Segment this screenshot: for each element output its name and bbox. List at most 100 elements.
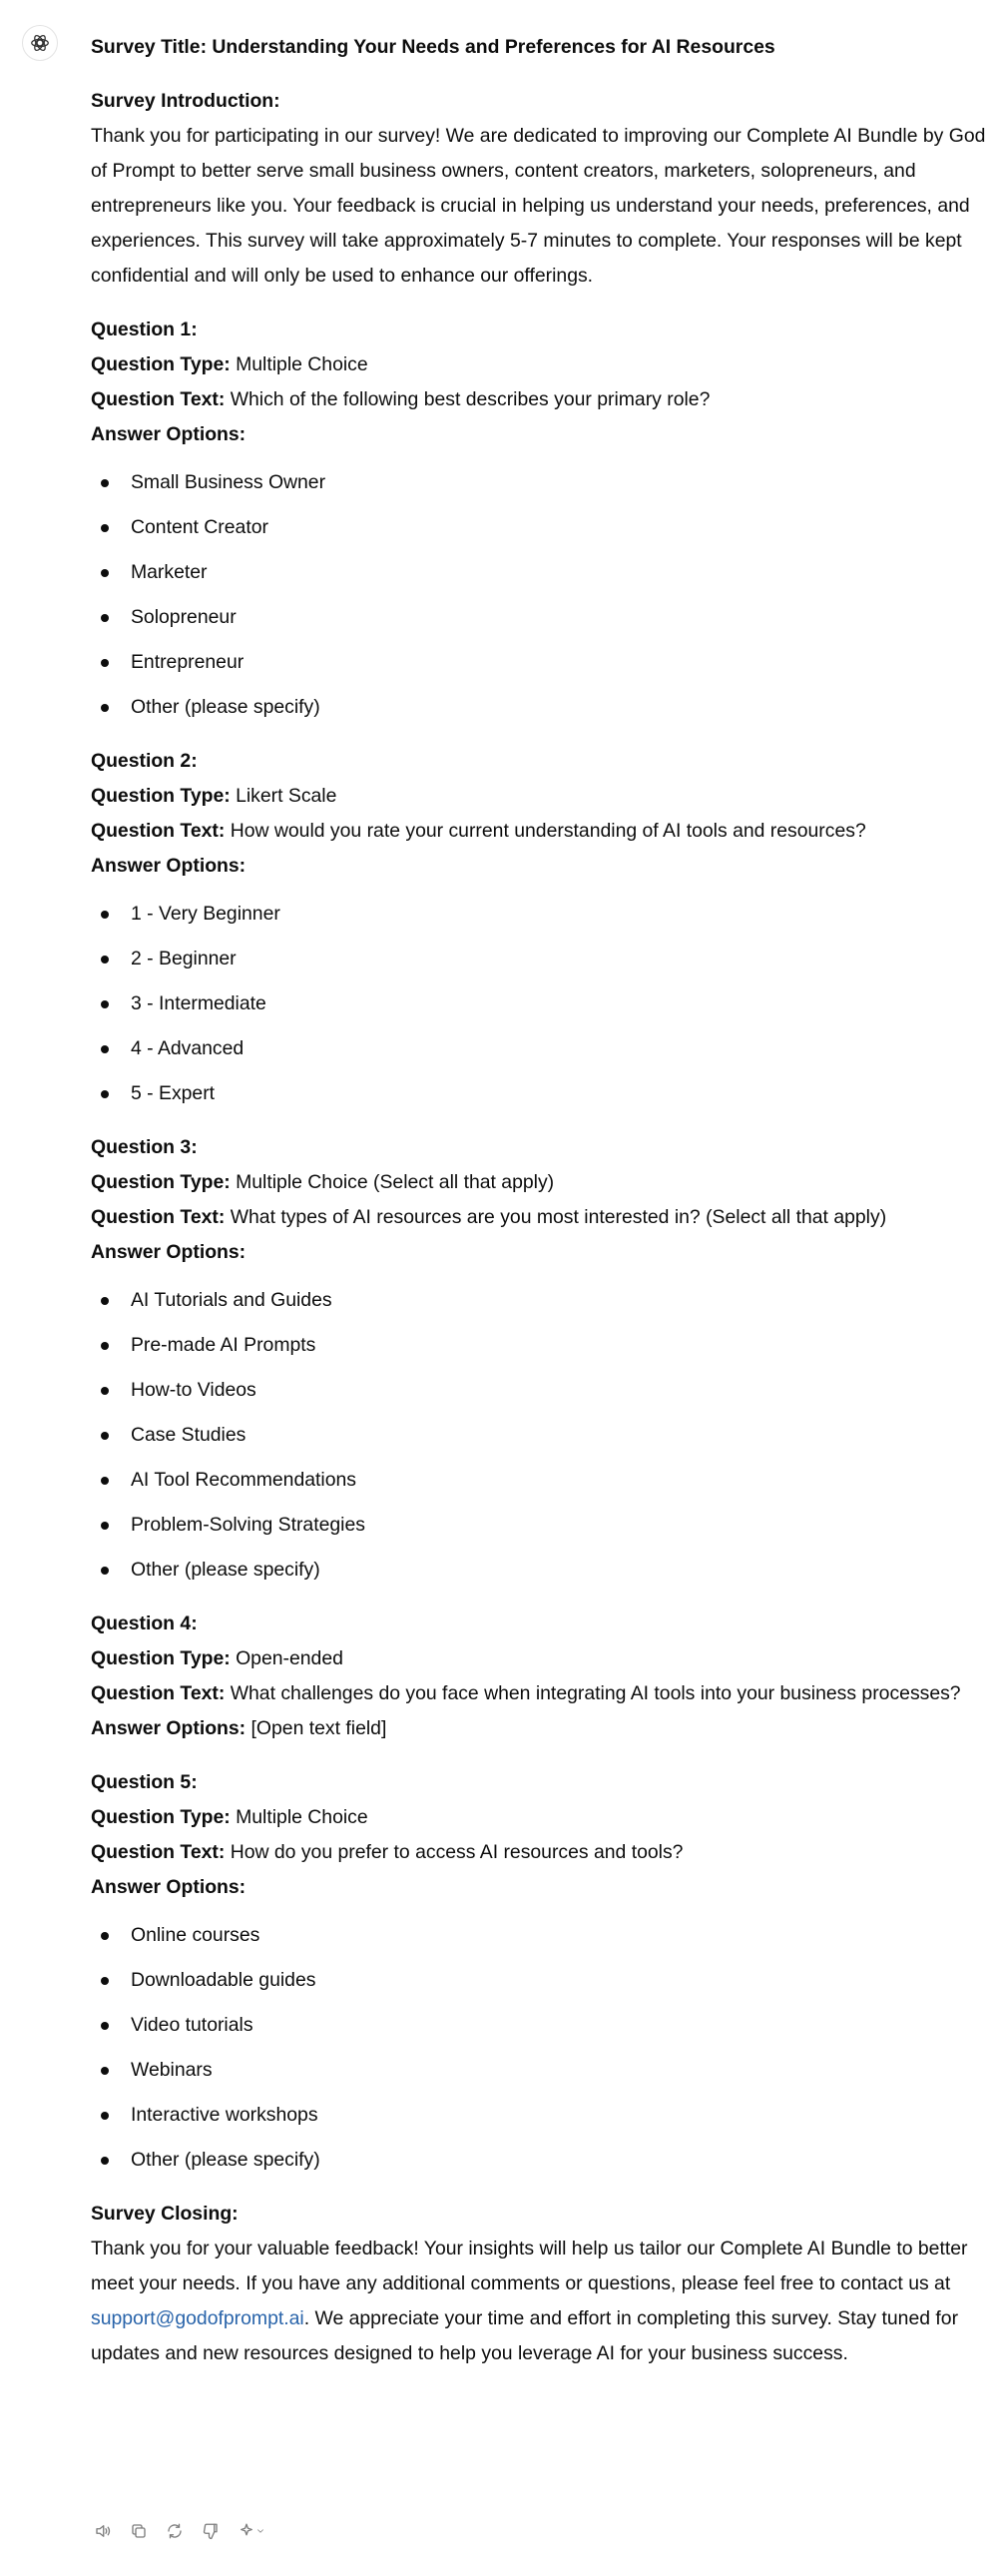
answer-options: Answer Options: bbox=[91, 1870, 989, 1905]
message-content: Survey Title: Understanding Your Needs a… bbox=[91, 30, 989, 2390]
thumbs-down-icon bbox=[203, 2523, 218, 2540]
answer-options-list: AI Tutorials and Guides Pre-made AI Promp… bbox=[91, 1283, 989, 1588]
answer-options-label: Answer Options: bbox=[91, 1717, 247, 1739]
question-text: Question Text: Which of the following be… bbox=[91, 382, 989, 417]
closing-heading: Survey Closing: bbox=[91, 2203, 239, 2225]
answer-option: AI Tutorials and Guides bbox=[91, 1283, 989, 1318]
answer-option: 5 - Expert bbox=[91, 1076, 989, 1111]
questions-list: Question 1: Question Type: Multiple Choic… bbox=[91, 313, 989, 2178]
answer-option: Entrepreneur bbox=[91, 645, 989, 680]
answer-option: 1 - Very Beginner bbox=[91, 897, 989, 932]
read-aloud-button[interactable] bbox=[88, 2516, 118, 2546]
question-text-value: What challenges do you face when integra… bbox=[230, 1682, 961, 1704]
answer-option: AI Tool Recommendations bbox=[91, 1463, 989, 1498]
question-section: Question 4: Question Type: Open-ended Ques… bbox=[91, 1607, 989, 1746]
answer-options: Answer Options: [Open text field] bbox=[91, 1711, 989, 1746]
intro-text: Thank you for participating in our surve… bbox=[91, 125, 986, 287]
survey-introduction: Survey Introduction: Thank you for parti… bbox=[91, 84, 989, 294]
answer-option: Marketer bbox=[91, 555, 989, 590]
answer-options-list: Small Business Owner Content Creator Marke… bbox=[91, 465, 989, 725]
answer-options-list: Online courses Downloadable guides Video t… bbox=[91, 1918, 989, 2178]
question-section: Question 1: Question Type: Multiple Choic… bbox=[91, 313, 989, 725]
intro-heading: Survey Introduction: bbox=[91, 90, 280, 112]
question-text-label: Question Text: bbox=[91, 388, 226, 410]
change-model-button[interactable] bbox=[232, 2516, 271, 2546]
support-email-link[interactable]: support@godofprompt.ai bbox=[91, 2307, 304, 2329]
question-heading: Question 5: bbox=[91, 1771, 198, 1793]
question-section: Question 5: Question Type: Multiple Choic… bbox=[91, 1765, 989, 2178]
question-text-value: How do you prefer to access AI resources… bbox=[230, 1841, 684, 1863]
assistant-avatar bbox=[22, 25, 58, 61]
question-text-label: Question Text: bbox=[91, 1841, 226, 1863]
answer-option: Content Creator bbox=[91, 510, 989, 545]
answer-option: Other (please specify) bbox=[91, 690, 989, 725]
question-type: Question Type: Multiple Choice bbox=[91, 347, 989, 382]
answer-option: Webinars bbox=[91, 2053, 989, 2088]
answer-options: Answer Options: bbox=[91, 849, 989, 884]
question-type-label: Question Type: bbox=[91, 1647, 231, 1669]
answer-option: How-to Videos bbox=[91, 1373, 989, 1408]
question-heading: Question 4: bbox=[91, 1612, 198, 1634]
speaker-icon bbox=[96, 2525, 111, 2537]
question-text-value: What types of AI resources are you most … bbox=[230, 1206, 887, 1228]
answer-option: Online courses bbox=[91, 1918, 989, 1953]
answer-options: Answer Options: bbox=[91, 1235, 989, 1270]
question-text-value: How would you rate your current understa… bbox=[230, 820, 866, 842]
answer-option: 3 - Intermediate bbox=[91, 986, 989, 1021]
chevron-down-icon bbox=[257, 2529, 263, 2533]
question-section: Question 2: Question Type: Likert Scale Qu… bbox=[91, 744, 989, 1111]
answer-option: Interactive workshops bbox=[91, 2098, 989, 2133]
answer-option: Video tutorials bbox=[91, 2008, 989, 2043]
question-text: Question Text: What types of AI resource… bbox=[91, 1200, 989, 1235]
answer-option: Downloadable guides bbox=[91, 1963, 989, 1998]
answer-option: Other (please specify) bbox=[91, 2143, 989, 2178]
model-switch-icon bbox=[241, 2523, 252, 2536]
closing-text-part-1: Thank you for your valuable feedback! Yo… bbox=[91, 2238, 968, 2294]
question-type-label: Question Type: bbox=[91, 785, 231, 807]
answer-options-list: 1 - Very Beginner 2 - Beginner 3 - Interme… bbox=[91, 897, 989, 1111]
survey-closing: Survey Closing: Thank you for your valua… bbox=[91, 2197, 989, 2371]
question-type: Question Type: Multiple Choice (Select a… bbox=[91, 1165, 989, 1200]
copy-button[interactable] bbox=[124, 2516, 154, 2546]
question-heading: Question 2: bbox=[91, 750, 198, 772]
message-actions bbox=[88, 2516, 271, 2546]
answer-option: Problem-Solving Strategies bbox=[91, 1508, 989, 1543]
question-type: Question Type: Likert Scale bbox=[91, 779, 989, 814]
answer-option: Other (please specify) bbox=[91, 1553, 989, 1588]
answer-options-label: Answer Options: bbox=[91, 1241, 247, 1263]
answer-options-inline: [Open text field] bbox=[250, 1717, 387, 1739]
closing-text: Thank you for your valuable feedback! Yo… bbox=[91, 2232, 989, 2371]
survey-title: Survey Title: Understanding Your Needs a… bbox=[91, 36, 775, 58]
question-heading: Question 3: bbox=[91, 1136, 198, 1158]
question-type-label: Question Type: bbox=[91, 1806, 231, 1828]
question-type-value: Open-ended bbox=[236, 1647, 343, 1669]
question-type-value: Multiple Choice bbox=[236, 1806, 368, 1828]
question-type-value: Multiple Choice (Select all that apply) bbox=[236, 1171, 555, 1193]
answer-option: Case Studies bbox=[91, 1418, 989, 1453]
question-text-label: Question Text: bbox=[91, 1206, 226, 1228]
answer-options: Answer Options: bbox=[91, 417, 989, 452]
question-section: Question 3: Question Type: Multiple Choic… bbox=[91, 1130, 989, 1588]
bad-response-button[interactable] bbox=[196, 2516, 226, 2546]
regenerate-icon bbox=[168, 2523, 182, 2539]
answer-options-label: Answer Options: bbox=[91, 1876, 247, 1898]
question-type: Question Type: Multiple Choice bbox=[91, 1800, 989, 1835]
openai-logo-icon bbox=[31, 34, 49, 52]
question-text-label: Question Text: bbox=[91, 820, 226, 842]
regenerate-button[interactable] bbox=[160, 2516, 190, 2546]
question-type-label: Question Type: bbox=[91, 353, 231, 375]
answer-option: Pre-made AI Prompts bbox=[91, 1328, 989, 1363]
question-text: Question Text: How would you rate your c… bbox=[91, 814, 989, 849]
answer-option: Small Business Owner bbox=[91, 465, 989, 500]
answer-option: 4 - Advanced bbox=[91, 1031, 989, 1066]
copy-icon bbox=[132, 2524, 146, 2538]
answer-options-label: Answer Options: bbox=[91, 855, 247, 877]
question-text: Question Text: What challenges do you fa… bbox=[91, 1676, 989, 1711]
question-text-label: Question Text: bbox=[91, 1682, 226, 1704]
question-type-label: Question Type: bbox=[91, 1171, 231, 1193]
answer-option: Solopreneur bbox=[91, 600, 989, 635]
answer-options-label: Answer Options: bbox=[91, 423, 247, 445]
question-text: Question Text: How do you prefer to acce… bbox=[91, 1835, 989, 1870]
question-text-value: Which of the following best describes yo… bbox=[230, 388, 711, 410]
question-type-value: Multiple Choice bbox=[236, 353, 368, 375]
